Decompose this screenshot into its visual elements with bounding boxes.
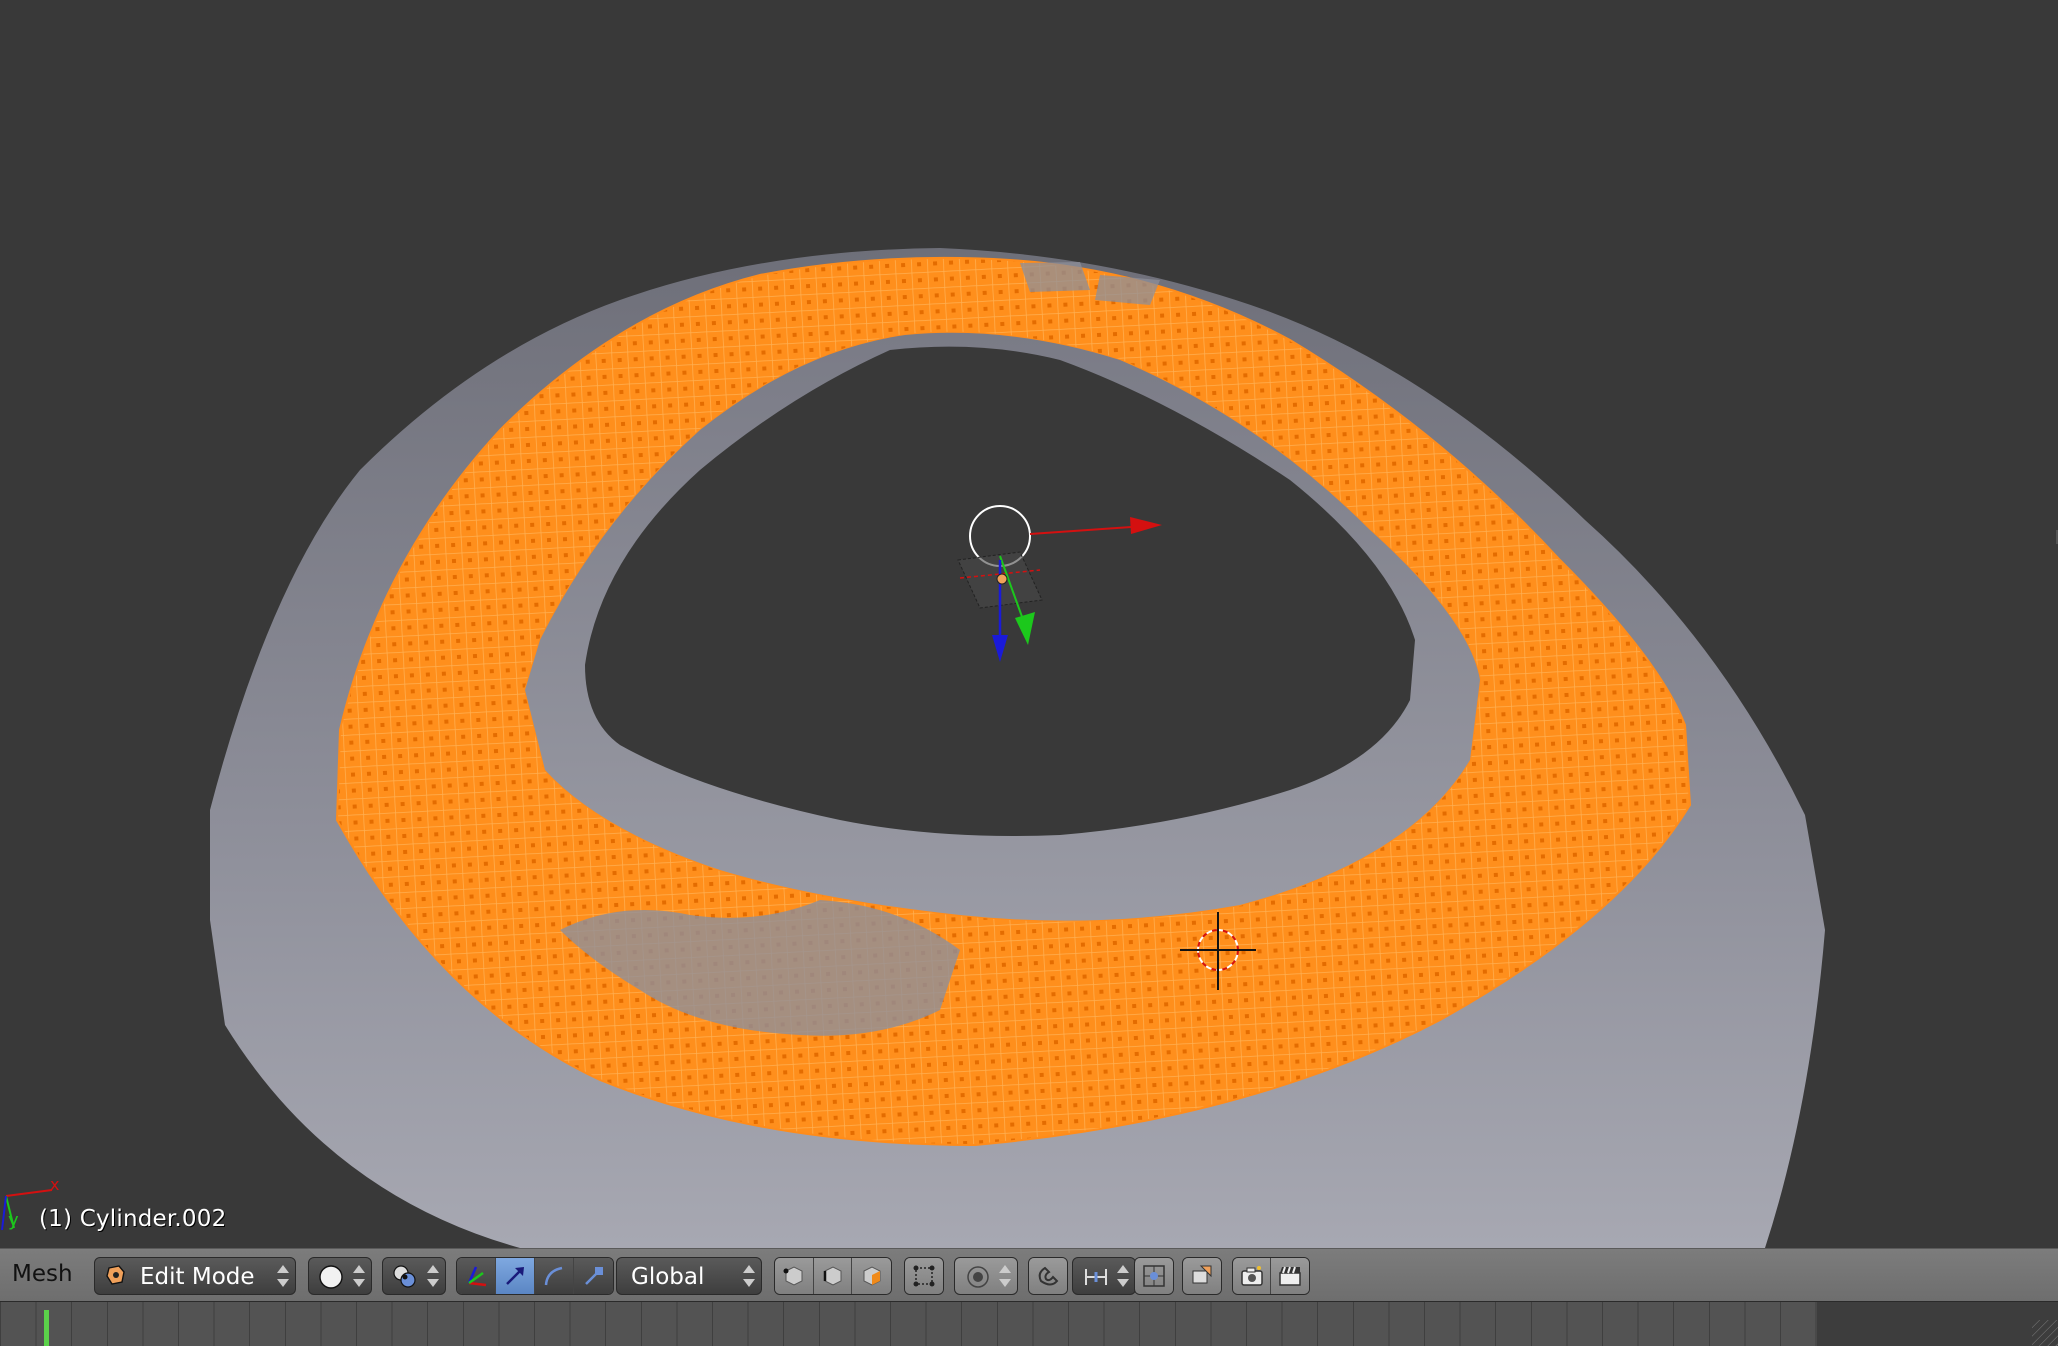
transform-orientation-selector[interactable]: Global xyxy=(616,1257,762,1295)
vertex-select-button[interactable] xyxy=(775,1258,814,1294)
render-buttons-group xyxy=(1232,1257,1310,1295)
viewport-shading-selector[interactable] xyxy=(308,1257,372,1295)
viewport-scene[interactable]: x y xyxy=(0,0,2058,1248)
proportional-editing-icon xyxy=(965,1264,991,1296)
timeline-strip[interactable] xyxy=(0,1302,2058,1346)
solid-sphere-icon xyxy=(318,1264,344,1296)
render-image-button[interactable] xyxy=(1233,1258,1272,1294)
timeline-end-region xyxy=(1817,1302,2058,1346)
translate-arrow-icon xyxy=(506,1267,524,1285)
unselected-patch xyxy=(1095,275,1160,305)
dropdown-arrows-icon xyxy=(1117,1264,1129,1288)
face-select-icon xyxy=(863,1266,881,1286)
area-resize-corner[interactable] xyxy=(2032,1320,2058,1346)
translate-manipulator-button[interactable] xyxy=(496,1258,535,1294)
dropdown-arrows-icon xyxy=(277,1264,289,1288)
axis-x-label: x xyxy=(50,1175,59,1194)
face-select-button[interactable] xyxy=(852,1258,891,1294)
dropdown-arrows-icon xyxy=(353,1264,365,1288)
opengl-render-button[interactable] xyxy=(1183,1258,1221,1294)
dropdown-arrows-icon xyxy=(427,1264,439,1288)
snap-element-selector[interactable] xyxy=(1072,1257,1136,1295)
rotate-manipulator-button[interactable] xyxy=(535,1258,574,1294)
select-mode-group xyxy=(774,1257,892,1295)
timeline-ruler[interactable] xyxy=(0,1302,1817,1346)
dropdown-arrows-icon xyxy=(999,1264,1011,1288)
magnet-icon xyxy=(1038,1266,1059,1286)
axis-y-label: y xyxy=(8,1210,19,1231)
limit-selection-visible-button[interactable] xyxy=(905,1258,943,1294)
3d-viewport[interactable]: x y (1) Cylinder.002 xyxy=(0,0,2058,1248)
edit-mode-icon xyxy=(105,1264,127,1294)
mode-selector[interactable]: Edit Mode xyxy=(94,1257,296,1295)
combined-manipulator-button[interactable] xyxy=(457,1258,496,1294)
manipulator-toggle-group xyxy=(456,1257,614,1295)
pivot-point-selector[interactable] xyxy=(382,1257,446,1295)
edge-select-button[interactable] xyxy=(813,1258,853,1294)
snap-target-group xyxy=(1134,1257,1174,1295)
mesh-menu[interactable]: Mesh xyxy=(12,1261,73,1287)
camera-icon xyxy=(1240,1266,1263,1286)
scale-handle-icon xyxy=(584,1267,603,1285)
occlude-geometry-icon xyxy=(913,1265,935,1287)
snap-increment-icon xyxy=(1082,1264,1110,1296)
vertex-select-icon xyxy=(783,1266,803,1286)
mode-label: Edit Mode xyxy=(140,1264,255,1290)
pivot-point-icon xyxy=(391,1264,419,1296)
rotate-arc-icon xyxy=(544,1266,563,1286)
edge-select-icon xyxy=(823,1266,841,1286)
render-preview-group xyxy=(1182,1257,1222,1295)
proportional-editing-selector[interactable] xyxy=(954,1257,1018,1295)
active-object-label: (1) Cylinder.002 xyxy=(39,1206,227,1232)
transform-orientation-label: Global xyxy=(631,1264,705,1290)
occlude-geometry-group xyxy=(904,1257,944,1295)
dropdown-arrows-icon xyxy=(743,1264,755,1288)
opengl-render-icon xyxy=(1192,1265,1212,1284)
snap-group xyxy=(1028,1257,1068,1295)
unselected-patch xyxy=(1020,262,1090,292)
scale-manipulator-button[interactable] xyxy=(574,1258,613,1294)
render-animation-button[interactable] xyxy=(1271,1258,1309,1294)
viewport-header: Mesh Edit Mode Global xyxy=(0,1248,2058,1302)
snap-toggle-button[interactable] xyxy=(1029,1258,1067,1294)
clapperboard-icon xyxy=(1279,1266,1301,1286)
snap-target-button[interactable] xyxy=(1135,1258,1173,1294)
current-frame-cursor[interactable] xyxy=(44,1310,49,1346)
manipulator-axes-icon xyxy=(467,1266,487,1287)
snap-target-icon xyxy=(1143,1265,1165,1287)
